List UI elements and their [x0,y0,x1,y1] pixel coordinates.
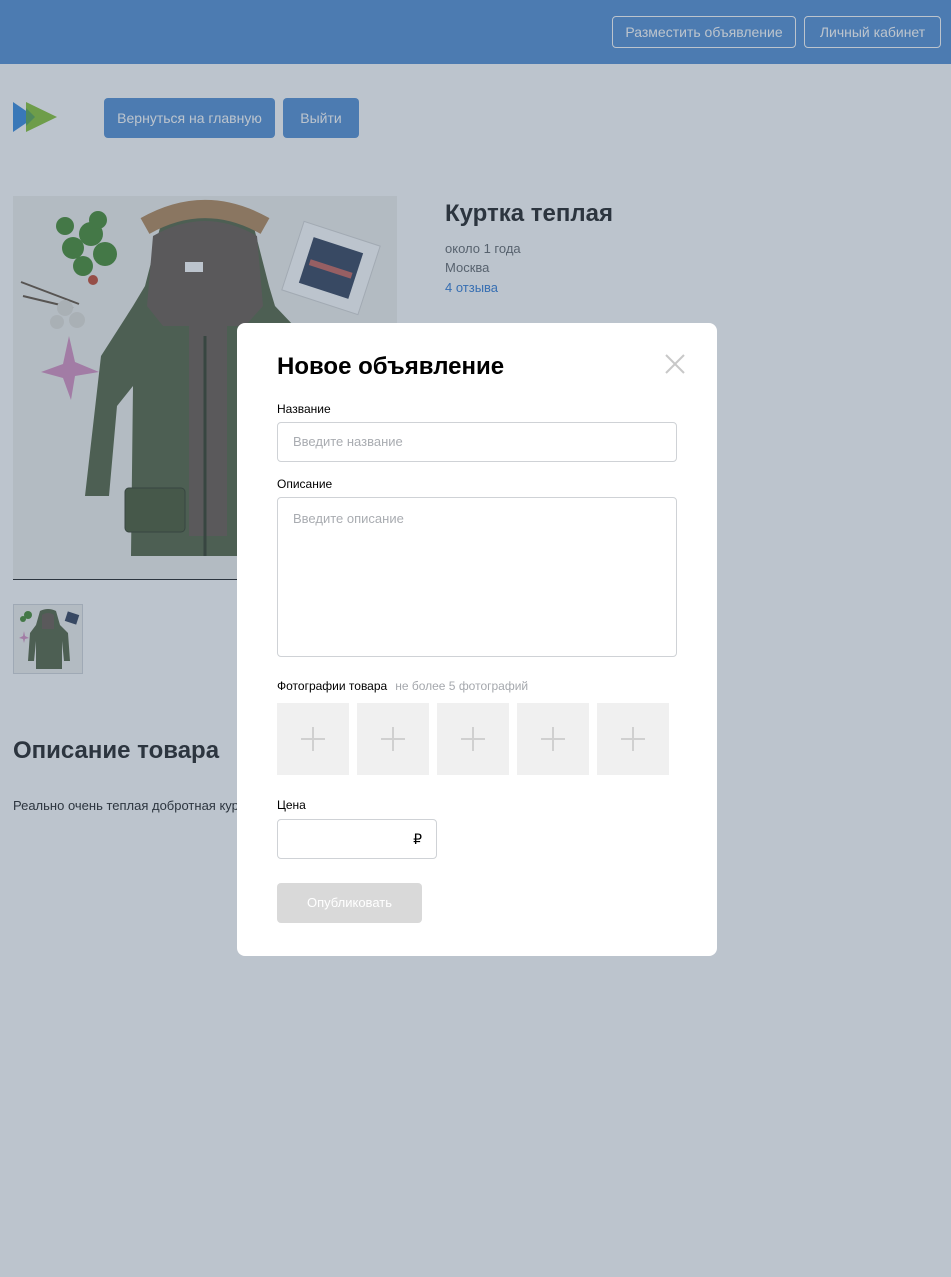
photos-label: Фотографии товара не более 5 фотографий [277,679,528,693]
photos-label-text: Фотографии товара [277,679,388,693]
new-ad-modal: Новое объявление Название Введите назван… [237,323,717,956]
plus-icon [541,727,565,751]
modal-title: Новое объявление [277,353,505,380]
photo-slots [277,703,677,775]
price-label: Цена [277,798,306,812]
plus-icon [621,727,645,751]
name-label: Название [277,402,331,416]
add-photo-slot-1[interactable] [277,703,349,775]
currency-sign: ₽ [413,831,422,847]
close-icon[interactable] [664,353,686,375]
add-photo-slot-2[interactable] [357,703,429,775]
description-label: Описание [277,477,333,491]
photos-hint: не более 5 фотографий [395,679,529,693]
publish-button[interactable]: Опубликовать [277,883,422,923]
add-photo-slot-5[interactable] [597,703,669,775]
plus-icon [301,727,325,751]
description-textarea[interactable]: Введите описание [277,497,677,657]
plus-icon [381,727,405,751]
add-photo-slot-3[interactable] [437,703,509,775]
add-photo-slot-4[interactable] [517,703,589,775]
name-input[interactable]: Введите название [277,422,677,462]
price-input[interactable]: ₽ [277,819,437,859]
plus-icon [461,727,485,751]
